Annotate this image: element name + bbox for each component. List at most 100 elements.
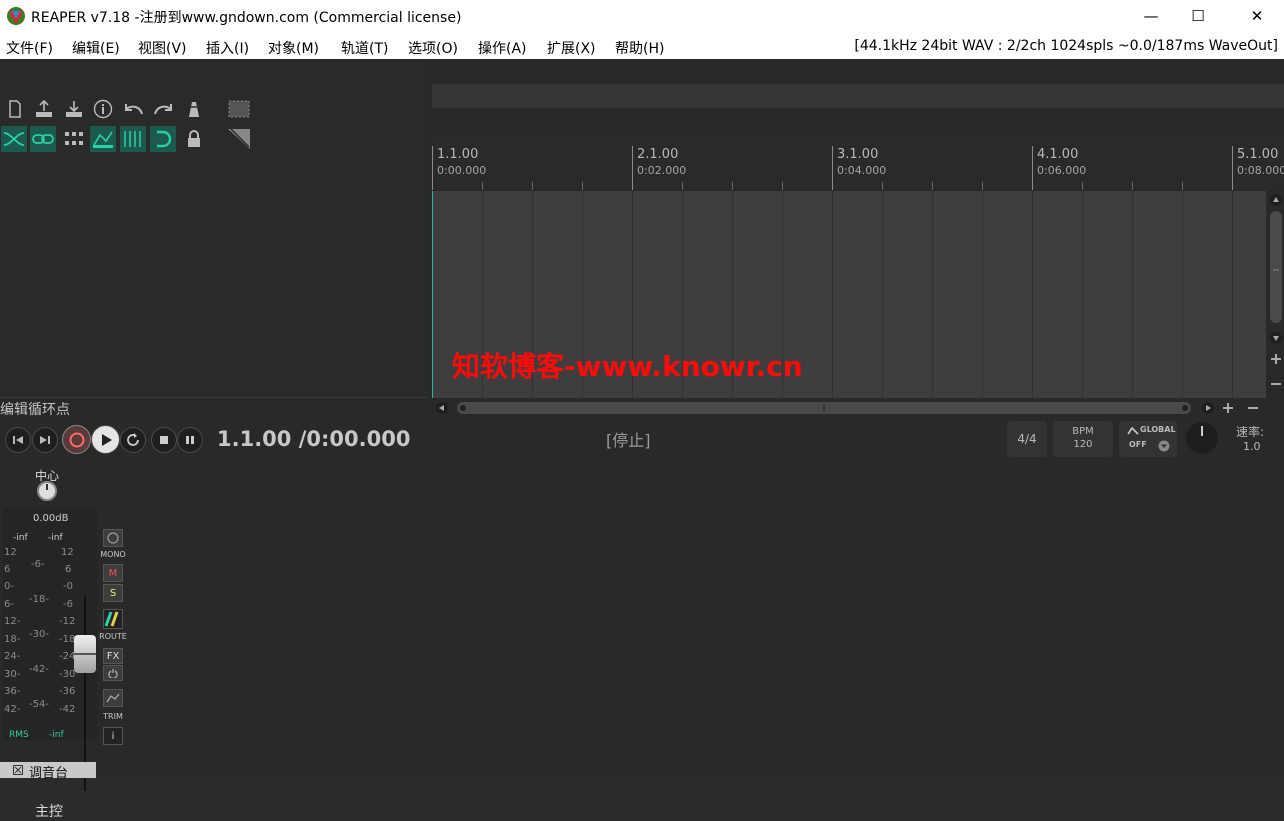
meter-scale-label: 36- — [4, 686, 21, 697]
record-button[interactable] — [62, 425, 91, 454]
meter-scale-label: 24- — [4, 651, 21, 662]
power-icon — [108, 669, 118, 678]
ripple-edit-icon[interactable] — [1, 126, 27, 152]
menu-options[interactable]: 选项(O) — [408, 38, 458, 58]
mixer-tab[interactable]: 调音台 — [0, 762, 96, 781]
go-to-start-button[interactable] — [5, 427, 31, 453]
grid-toggle-icon[interactable] — [226, 96, 252, 122]
maximize-button[interactable]: ☐ — [1175, 0, 1221, 32]
menu-help[interactable]: 帮助(H) — [615, 38, 664, 58]
route-button[interactable] — [103, 609, 123, 629]
bpm-box[interactable]: BPM 120 — [1053, 421, 1113, 457]
lock-icon[interactable] — [181, 126, 207, 152]
meter-scale-label: 42- — [4, 704, 21, 715]
fx-bypass-button[interactable] — [103, 665, 123, 681]
menu-track[interactable]: 轨道(T) — [341, 38, 388, 58]
envelope-icon — [1127, 427, 1139, 435]
open-project-icon[interactable] — [31, 96, 57, 122]
menu-file[interactable]: 文件(F) — [6, 38, 53, 58]
link-item-icon[interactable] — [30, 126, 56, 152]
time-label: 0:00.000 — [437, 164, 487, 177]
watermark-text: 知软博客-www.knowr.cn — [452, 350, 803, 383]
measure-label: 3.1.00 — [837, 147, 879, 162]
fx-button[interactable]: FX — [103, 648, 123, 664]
window-title: REAPER v7.18 -注册到www.gndown.com (Commerc… — [31, 10, 462, 26]
rms-label: RMS — [9, 730, 29, 740]
menu-extensions[interactable]: 扩展(X) — [547, 38, 596, 58]
meter-scale-label: 12 — [61, 547, 74, 558]
close-button[interactable]: ✕ — [1234, 0, 1280, 32]
play-button[interactable] — [91, 425, 120, 454]
meter-scale-label: -30- — [29, 629, 49, 640]
meter-scale-label: 0- — [4, 581, 14, 592]
fx-label: FX — [106, 650, 120, 662]
route-icon — [104, 611, 119, 627]
record-icon — [69, 432, 84, 447]
close-tab-icon[interactable] — [13, 765, 23, 775]
envelope-trim-icon — [106, 693, 120, 703]
time-display[interactable]: 1.1.00 /0:00.000 — [217, 427, 410, 451]
time-label: 0:08.000 — [1237, 164, 1284, 177]
audio-status[interactable]: [44.1kHz 24bit WAV : 2/2ch 1024spls ~0.0… — [854, 38, 1278, 54]
time-signature[interactable]: 4/4 — [1007, 421, 1047, 457]
item-grouping-icon[interactable] — [61, 126, 87, 152]
go-to-end-button[interactable] — [32, 427, 58, 453]
menu-view[interactable]: 视图(V) — [138, 38, 187, 58]
snap-magnet-icon[interactable] — [150, 126, 176, 152]
time-label: 0:04.000 — [837, 164, 887, 177]
info-button[interactable]: i — [103, 727, 123, 745]
meter-scale-label: 18- — [4, 634, 21, 645]
metronome-icon[interactable] — [181, 96, 207, 122]
meter-scale-label: -42 — [59, 704, 76, 715]
mixer-tab-label: 调音台 — [29, 766, 69, 781]
menu-edit[interactable]: 编辑(E) — [72, 38, 120, 58]
mono-icon — [107, 532, 119, 544]
close-icon: ✕ — [1250, 7, 1264, 25]
volume-fader[interactable] — [74, 635, 96, 673]
mute-button[interactable]: M — [103, 564, 123, 582]
repeat-button[interactable] — [120, 427, 146, 453]
stop-button[interactable] — [151, 427, 177, 453]
panel-divider[interactable] — [0, 397, 427, 398]
menu-actions[interactable]: 操作(A) — [478, 38, 527, 58]
meter-scale-label: 30- — [4, 669, 21, 680]
horizontal-scrollbar[interactable] — [432, 400, 1284, 416]
crossfade-icon[interactable] — [226, 126, 252, 152]
undo-icon[interactable] — [120, 96, 146, 122]
volume-meter: 0.00dB -inf -inf 12 6 0- 6- 12- 18- 24- … — [3, 508, 97, 740]
minimize-icon: — — [1143, 7, 1159, 25]
meter-scale-label: 6- — [4, 599, 14, 610]
pause-button[interactable] — [177, 427, 203, 453]
mono-button[interactable] — [103, 529, 123, 547]
project-info-icon[interactable] — [90, 96, 116, 122]
chevron-down-icon — [1158, 440, 1170, 452]
arrange-top-strip — [432, 84, 1284, 108]
pan-knob[interactable] — [37, 481, 57, 501]
solo-button[interactable]: S — [103, 584, 123, 602]
measure-label: 1.1.00 — [437, 147, 479, 162]
new-project-icon[interactable] — [2, 96, 28, 122]
skip-back-icon — [13, 436, 23, 444]
maximize-icon: ☐ — [1191, 7, 1205, 25]
minimize-button[interactable]: — — [1128, 0, 1174, 32]
timeline-ruler[interactable]: 1.1.00 2.1.00 3.1.00 4.1.00 5.1.00 0:00.… — [432, 132, 1284, 190]
vertical-scrollbar[interactable] — [1268, 191, 1284, 401]
redo-icon[interactable] — [151, 96, 177, 122]
global-label: GLOBAL — [1140, 425, 1176, 434]
mute-label: M — [108, 567, 118, 579]
snap-grid-icon[interactable] — [120, 126, 146, 152]
trim-envelope-button[interactable] — [103, 689, 123, 707]
mono-label: MONO — [100, 550, 126, 559]
envelope-points-icon[interactable] — [90, 126, 116, 152]
menu-insert[interactable]: 插入(I) — [206, 38, 249, 58]
volume-readout[interactable]: 0.00dB — [33, 513, 68, 524]
global-playrate-box[interactable]: GLOBAL OFF — [1119, 421, 1177, 457]
global-state: OFF — [1129, 440, 1147, 449]
playrate-knob[interactable] — [1186, 422, 1218, 454]
save-project-icon[interactable] — [61, 96, 87, 122]
reaper-logo-icon — [7, 7, 25, 25]
menu-item[interactable]: 对象(M) — [268, 38, 319, 58]
measure-label: 5.1.00 — [1237, 147, 1279, 162]
measure-label: 4.1.00 — [1037, 147, 1079, 162]
meter-scale-label: -30 — [59, 669, 76, 680]
